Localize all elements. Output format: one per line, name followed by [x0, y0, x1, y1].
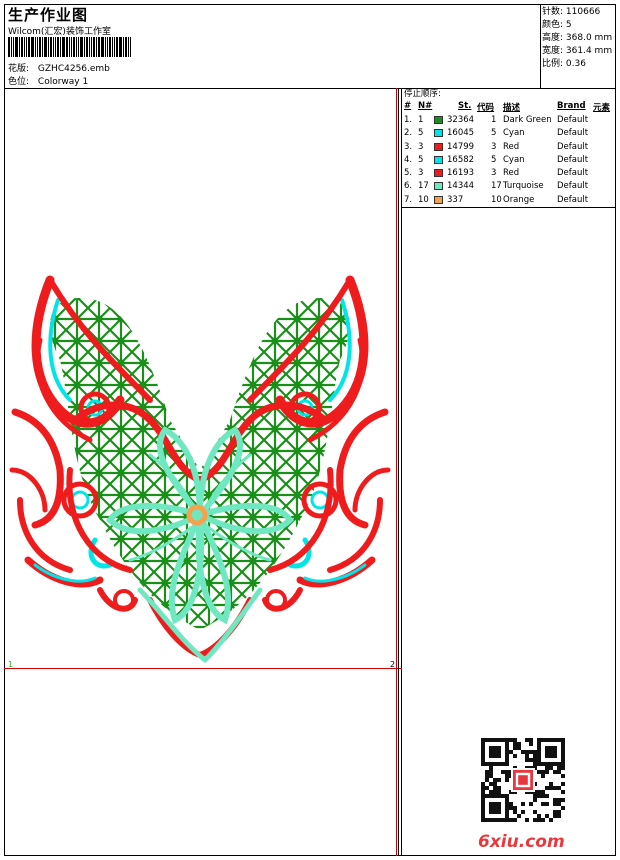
- stop-description: Cyan: [503, 154, 525, 165]
- stop-stitches: 14344: [447, 181, 475, 192]
- stop-stitches: 16582: [447, 154, 475, 165]
- stop-row: 3. 3 14799 3 Red Default: [403, 141, 617, 154]
- stop-index: 3.: [404, 141, 413, 152]
- color-swatch: [434, 142, 443, 151]
- embroidery-design: [9, 275, 391, 663]
- col-code: 代码: [477, 103, 495, 113]
- stop-row: 7. 10 337 10 Orange Default: [403, 194, 617, 207]
- stop-needle: 5: [418, 128, 424, 139]
- watermark-brand: 6xiu.com: [478, 832, 565, 852]
- stop-description: Red: [503, 141, 520, 152]
- col-description: 描述: [503, 103, 521, 113]
- stop-code: 5: [491, 128, 497, 139]
- stop-description: Cyan: [503, 128, 525, 139]
- stop-brand: Default: [557, 154, 589, 165]
- color-swatch: [434, 195, 443, 204]
- stop-index: 5.: [404, 168, 413, 179]
- stat-height: 高度: 368.0 mm: [542, 33, 613, 43]
- stop-index: 4.: [404, 154, 413, 165]
- stop-row: 2. 5 16045 5 Cyan Default: [403, 127, 617, 140]
- stat-scale: 比例: 0.36: [542, 59, 586, 69]
- table-header-row: # N# St. 代码 描述 Brand 元素: [403, 101, 617, 114]
- stops-divider: [401, 88, 402, 856]
- stop-brand: Default: [557, 128, 589, 139]
- stop-brand: Default: [557, 194, 589, 205]
- stats-panel: 针数: 110666 颜色: 5 高度: 368.0 mm 宽度: 361.4 …: [542, 6, 612, 71]
- stop-code: 3: [491, 141, 497, 152]
- col-brand: Brand: [557, 101, 586, 111]
- stop-stitches: 16045: [447, 128, 475, 139]
- stop-code: 1: [491, 115, 497, 125]
- stop-stitches: 14799: [447, 141, 475, 152]
- color-swatch: [434, 169, 443, 178]
- color-swatch: [434, 116, 443, 124]
- stop-stitches: 16193: [447, 168, 475, 179]
- stop-description: Red: [503, 168, 520, 179]
- stop-row: 6. 17 14344 17 Turquoise Default: [403, 180, 617, 193]
- stop-needle: 5: [418, 154, 424, 165]
- stop-stitches: 337: [447, 194, 464, 205]
- stop-description: Orange: [503, 194, 535, 205]
- stop-code: 17: [491, 181, 502, 192]
- color-swatch: [434, 129, 443, 138]
- col-element: 元素: [593, 103, 611, 113]
- stop-description: Turquoise: [503, 181, 544, 192]
- stat-width: 宽度: 361.4 mm: [542, 46, 613, 56]
- stat-stitches: 针数: 110666: [542, 7, 601, 17]
- stop-code: 10: [491, 194, 502, 205]
- stop-sequence-table: 停止顺序: # N# St. 代码 描述 Brand 元素 1. 1 32364 1 D…: [403, 88, 617, 207]
- stop-index: 2.: [404, 128, 413, 139]
- stop-stitches: 32364: [447, 115, 475, 125]
- stop-needle: 3: [418, 168, 424, 179]
- col-stitches: St.: [458, 101, 472, 111]
- stop-needle: 10: [418, 194, 429, 205]
- stop-index: 1.: [404, 115, 413, 125]
- stop-sequence-heading: 停止顺序:: [404, 89, 441, 99]
- stop-description: Dark Green: [503, 115, 552, 125]
- stop-brand: Default: [557, 181, 589, 192]
- stat-colors: 颜色: 5: [542, 20, 572, 30]
- stop-needle: 3: [418, 141, 424, 152]
- color-swatch: [434, 155, 443, 164]
- stops-bottom-line: [401, 207, 616, 208]
- stop-needle: 17: [418, 181, 429, 192]
- stop-needle: 1: [418, 115, 424, 125]
- stop-row: 4. 5 16582 5 Cyan Default: [403, 154, 617, 167]
- stop-row: 5. 3 16193 3 Red Default: [403, 167, 617, 180]
- stop-code: 5: [491, 154, 497, 165]
- stop-row: 1. 1 32364 1 Dark Green Default: [403, 114, 617, 127]
- col-index: #: [404, 101, 412, 111]
- stop-brand: Default: [557, 141, 589, 152]
- qr-code: [481, 738, 565, 822]
- stop-brand: Default: [557, 168, 589, 179]
- stop-index: 7.: [404, 194, 413, 205]
- stop-code: 3: [491, 168, 497, 179]
- stop-index: 6.: [404, 181, 413, 192]
- color-swatch: [434, 182, 443, 191]
- col-needle: N#: [418, 101, 433, 111]
- stats-divider: [540, 4, 541, 88]
- stop-brand: Default: [557, 115, 589, 125]
